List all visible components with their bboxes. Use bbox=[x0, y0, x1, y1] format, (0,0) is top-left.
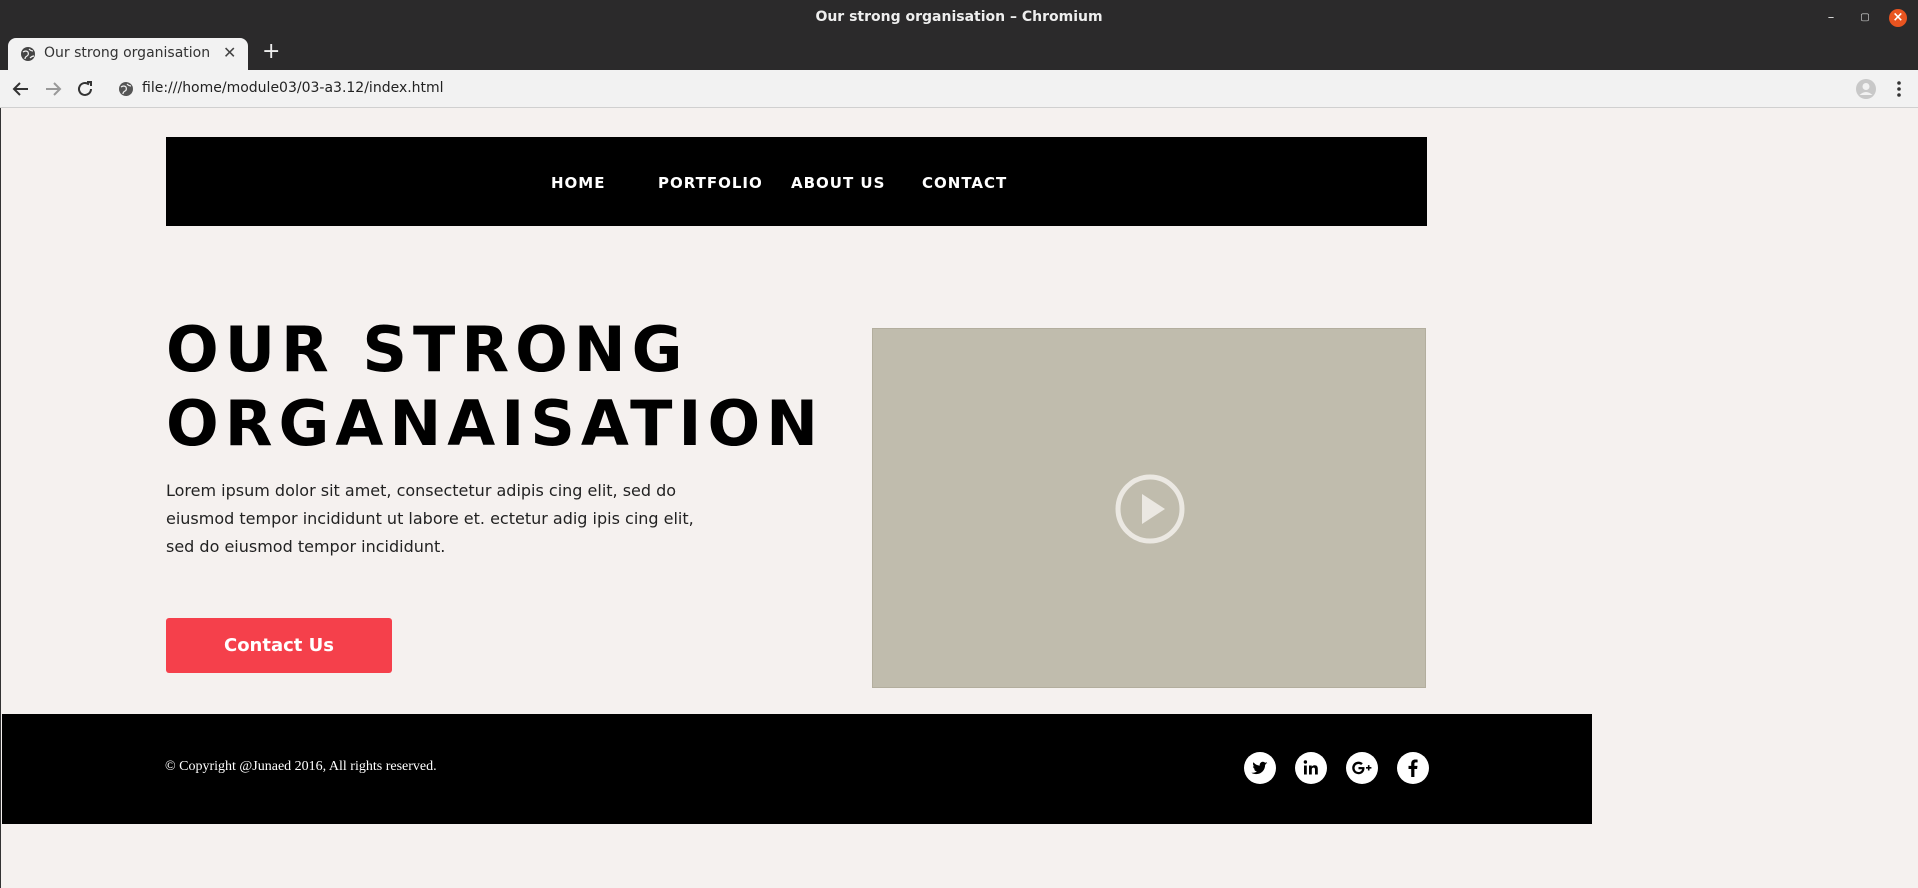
hero-title-line-1: OUR STRONG bbox=[166, 313, 689, 386]
hero-title: OUR STRONG ORGANAISATION bbox=[166, 313, 825, 461]
tab-title: Our strong organisation bbox=[44, 45, 211, 61]
video-player[interactable] bbox=[872, 328, 1426, 688]
twitter-icon[interactable] bbox=[1244, 752, 1276, 784]
hero-title-line-2: ORGANAISATION bbox=[166, 387, 825, 460]
forward-icon[interactable] bbox=[42, 78, 64, 100]
minimize-icon[interactable]: – bbox=[1822, 9, 1840, 27]
nav-link-home[interactable]: HOME bbox=[551, 174, 605, 192]
facebook-icon[interactable] bbox=[1397, 752, 1429, 784]
close-window-icon[interactable]: × bbox=[1889, 9, 1907, 27]
kebab-menu-icon[interactable] bbox=[1888, 78, 1910, 100]
browser-tab[interactable]: Our strong organisation ✕ bbox=[8, 38, 248, 70]
tab-close-icon[interactable]: ✕ bbox=[223, 43, 236, 62]
profile-icon[interactable] bbox=[1855, 78, 1877, 100]
maximize-icon[interactable]: ▢ bbox=[1856, 9, 1874, 27]
globe-icon bbox=[21, 47, 35, 61]
play-icon[interactable] bbox=[1114, 473, 1186, 545]
browser-toolbar: file:///home/module03/03-a3.12/index.htm… bbox=[0, 70, 1918, 108]
reload-icon[interactable] bbox=[74, 78, 96, 100]
google-plus-icon[interactable] bbox=[1346, 752, 1378, 784]
main-navbar: HOME PORTFOLIO ABOUT US CONTACT bbox=[166, 137, 1427, 226]
address-bar[interactable]: file:///home/module03/03-a3.12/index.htm… bbox=[108, 74, 1842, 104]
nav-link-portfolio[interactable]: PORTFOLIO bbox=[658, 174, 763, 192]
globe-icon bbox=[119, 82, 133, 96]
page-footer: © Copyright @Junaed 2016, All rights res… bbox=[2, 714, 1592, 824]
hero-description: Lorem ipsum dolor sit amet, consectetur … bbox=[166, 481, 694, 556]
nav-link-contact[interactable]: CONTACT bbox=[922, 174, 1007, 192]
window-titlebar: Our strong organisation – Chromium – ▢ × bbox=[0, 0, 1918, 36]
new-tab-icon[interactable]: + bbox=[262, 40, 280, 64]
nav-link-about-us[interactable]: ABOUT US bbox=[791, 174, 885, 192]
copyright-text: © Copyright @Junaed 2016, All rights res… bbox=[165, 759, 437, 774]
url-text[interactable]: file:///home/module03/03-a3.12/index.htm… bbox=[142, 80, 444, 96]
linkedin-icon[interactable] bbox=[1295, 752, 1327, 784]
tab-strip: Our strong organisation ✕ + bbox=[0, 36, 1918, 70]
contact-us-button[interactable]: Contact Us bbox=[166, 618, 392, 673]
back-icon[interactable] bbox=[10, 78, 32, 100]
page-viewport: HOME PORTFOLIO ABOUT US CONTACT OUR STRO… bbox=[0, 108, 1918, 888]
window-title: Our strong organisation – Chromium bbox=[815, 9, 1103, 25]
